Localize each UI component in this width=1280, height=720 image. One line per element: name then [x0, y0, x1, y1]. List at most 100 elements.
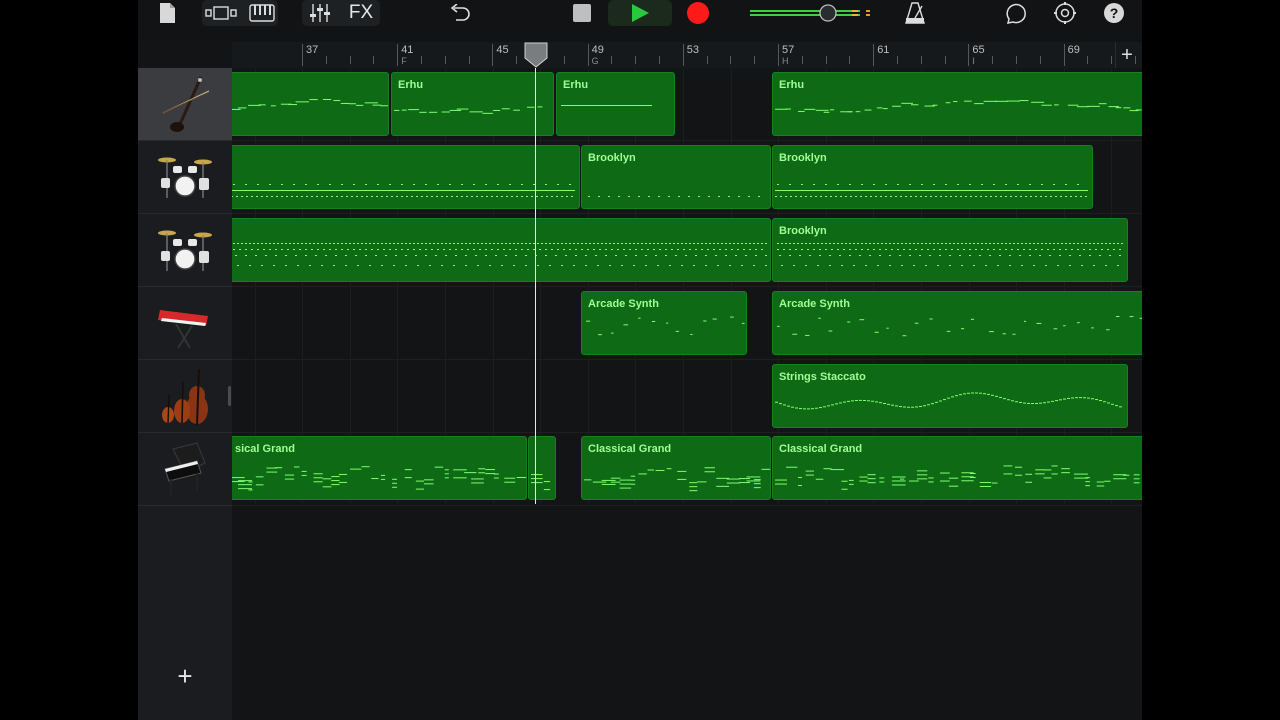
track-header-arcade-synth[interactable]	[138, 287, 232, 360]
midi-note	[293, 243, 295, 244]
track-header-erhu[interactable]	[138, 68, 232, 141]
region-classical-grand-3[interactable]: Classical Grand	[581, 436, 771, 500]
midi-note	[641, 249, 643, 250]
midi-note	[525, 265, 527, 266]
track-header-resize-grip[interactable]	[228, 386, 231, 406]
midi-note	[697, 243, 699, 244]
midi-note	[653, 249, 655, 250]
ruler-subtick	[801, 56, 803, 64]
midi-note	[429, 243, 431, 244]
midi-note	[1010, 196, 1012, 197]
timeline-ruler[interactable]: 37 41 F 45 49 G 53 57 H 61 65 I 69 +	[232, 42, 1142, 68]
region-arcade-synth-2[interactable]: Arcade Synth	[772, 291, 1142, 355]
metronome-icon[interactable]	[904, 0, 926, 26]
browser-icon[interactable]	[204, 0, 240, 26]
midi-note	[478, 472, 486, 474]
midi-note	[1111, 403, 1114, 405]
midi-note	[1077, 184, 1079, 185]
midi-note	[486, 196, 488, 197]
midi-note	[1057, 243, 1059, 244]
track-header-grand-piano[interactable]	[138, 433, 232, 506]
midi-note	[718, 196, 720, 197]
region-strings-staccato[interactable]: Strings Staccato	[772, 364, 1128, 428]
midi-note	[1079, 255, 1081, 256]
region-brooklyn-4[interactable]	[232, 218, 771, 282]
midi-note	[1106, 329, 1110, 331]
midi-note	[975, 392, 978, 394]
region-brooklyn-1[interactable]	[232, 145, 580, 209]
midi-note	[915, 196, 917, 197]
midi-note	[249, 243, 251, 244]
region-classical-grand-2[interactable]	[528, 436, 556, 500]
midi-note	[683, 249, 685, 250]
midi-note	[689, 482, 698, 484]
stop-button[interactable]	[570, 0, 594, 26]
settings-icon[interactable]	[1052, 0, 1078, 26]
region-erhu-1[interactable]	[232, 72, 389, 136]
midi-note	[276, 196, 278, 197]
midi-note	[891, 404, 894, 406]
track-header-strings[interactable]	[138, 360, 232, 433]
midi-note	[241, 243, 243, 244]
midi-note	[1089, 249, 1091, 250]
midi-note	[465, 265, 467, 266]
midi-note	[967, 392, 970, 394]
fx-button[interactable]: FX	[344, 0, 378, 26]
midi-note	[630, 483, 636, 485]
midi-note	[553, 243, 555, 244]
midi-note	[345, 255, 347, 256]
midi-note	[981, 184, 983, 185]
midi-note	[1035, 473, 1045, 475]
record-button[interactable]	[686, 0, 710, 26]
loop-icon[interactable]	[1004, 0, 1030, 26]
midi-note	[421, 196, 423, 197]
tracks-area[interactable]: Erhu Erhu Erhu Brooklyn Brooklyn Brookly…	[232, 68, 1142, 720]
midi-note	[909, 255, 911, 256]
region-brooklyn-5[interactable]: Brooklyn	[772, 218, 1128, 282]
midi-note	[989, 331, 994, 333]
add-track-button[interactable]: +	[174, 663, 196, 689]
help-icon[interactable]: ?	[1102, 0, 1126, 26]
region-arcade-synth-1[interactable]: Arcade Synth	[581, 291, 747, 355]
region-brooklyn-2[interactable]: Brooklyn	[581, 145, 771, 209]
ruler-subtick	[825, 56, 827, 64]
playhead-handle[interactable]	[524, 42, 548, 68]
midi-note	[963, 393, 966, 395]
track-header-drums-2[interactable]	[138, 214, 232, 287]
track-header-drums-1[interactable]	[138, 141, 232, 214]
midi-note	[417, 265, 419, 266]
region-erhu-4[interactable]: Erhu	[772, 72, 1142, 136]
midi-note	[1049, 255, 1051, 256]
undo-icon[interactable]	[446, 0, 472, 26]
midi-note	[775, 401, 778, 403]
midi-note	[377, 243, 379, 244]
midi-note	[957, 184, 959, 185]
midi-note	[1040, 196, 1042, 197]
midi-note	[361, 196, 363, 197]
master-volume-slider[interactable]	[748, 0, 874, 26]
midi-note	[815, 407, 818, 409]
midi-note	[317, 249, 319, 250]
region-classical-grand-1[interactable]: sical Grand	[232, 436, 527, 500]
midi-note	[409, 243, 411, 244]
region-brooklyn-3[interactable]: Brooklyn	[772, 145, 1093, 209]
midi-note	[383, 249, 385, 250]
midi-note	[993, 243, 995, 244]
play-button[interactable]	[628, 0, 652, 26]
midi-note	[281, 243, 283, 244]
my-songs-icon[interactable]	[156, 0, 178, 26]
midi-note	[969, 477, 976, 479]
midi-note	[429, 265, 431, 266]
mixer-icon[interactable]	[308, 0, 332, 26]
midi-note	[478, 468, 486, 470]
keyboard-icon[interactable]	[248, 0, 276, 26]
region-classical-grand-4[interactable]: Classical Grand	[772, 436, 1142, 500]
midi-note	[791, 406, 794, 408]
region-erhu-2[interactable]: Erhu	[391, 72, 554, 136]
add-section-button[interactable]: +	[1115, 42, 1138, 68]
midi-note	[731, 249, 733, 250]
midi-note	[645, 255, 647, 256]
midi-note	[465, 255, 467, 256]
region-erhu-3[interactable]: Erhu	[556, 72, 675, 136]
ruler-subtick	[659, 56, 660, 64]
